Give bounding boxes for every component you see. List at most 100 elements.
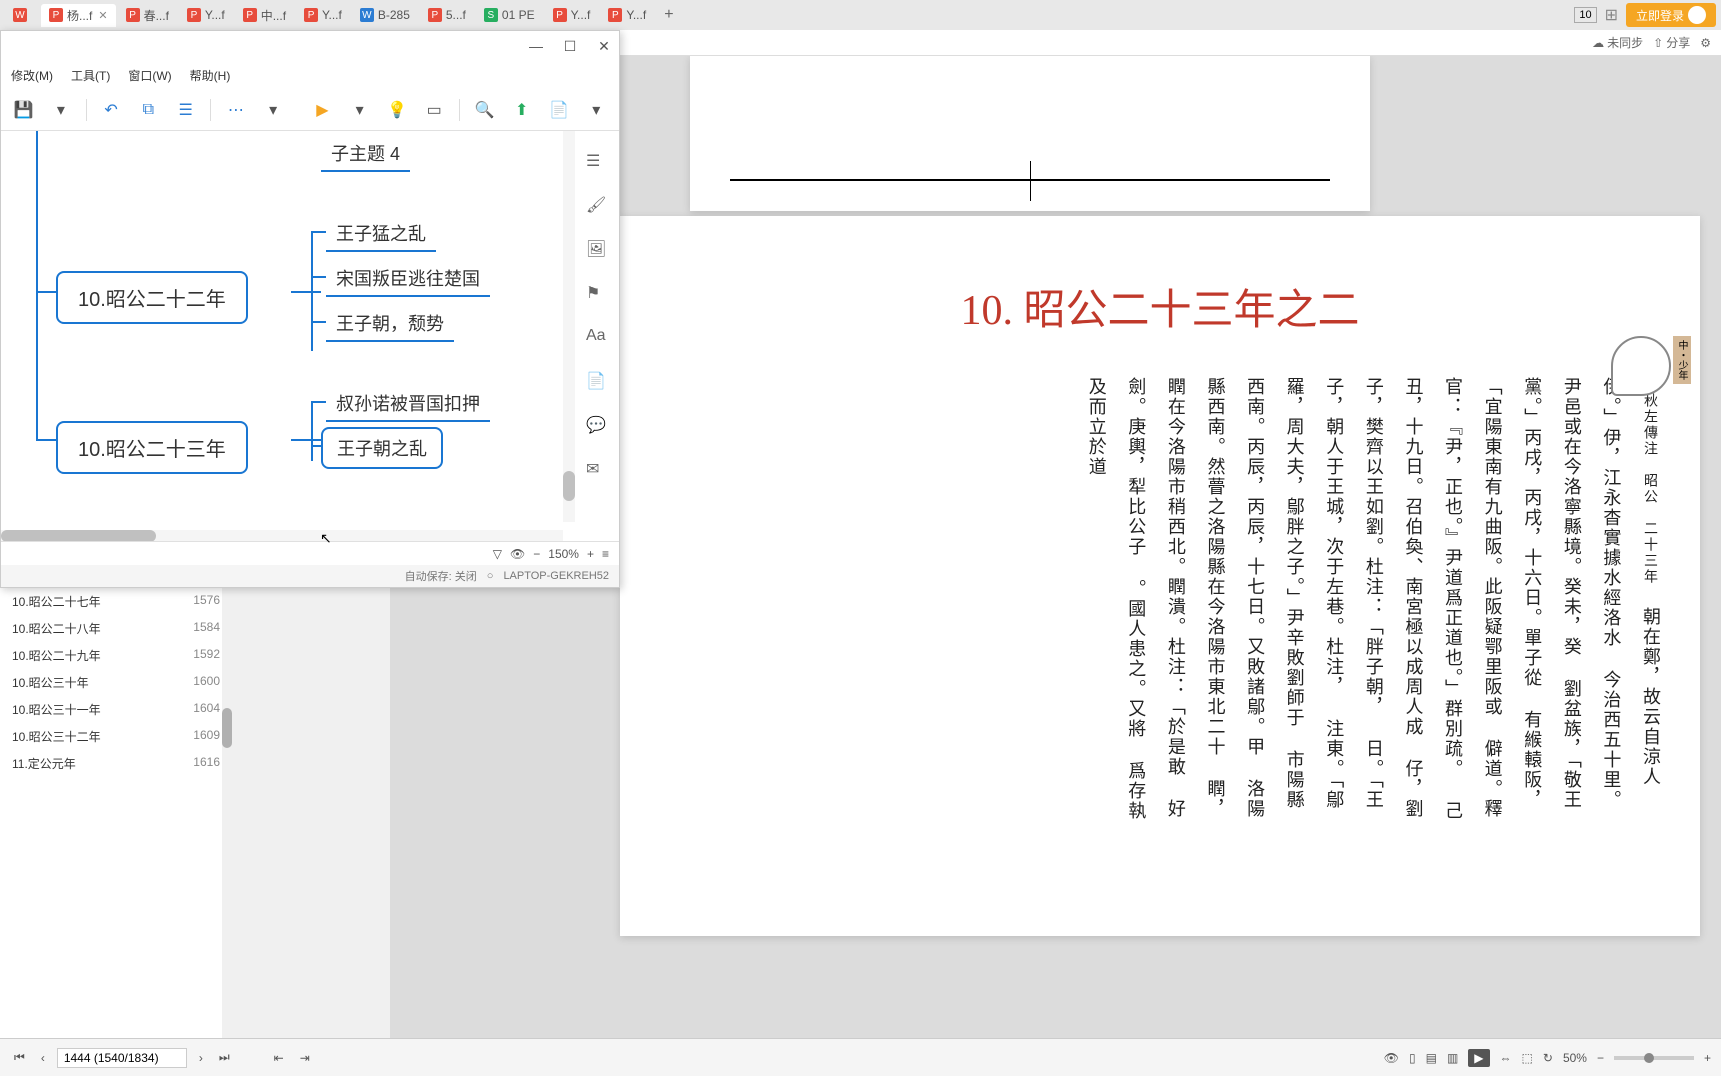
first-page-button[interactable]: ⏮	[10, 1048, 29, 1067]
tab-close-icon[interactable]: ✕	[98, 9, 107, 22]
outline-icon[interactable]: ☰	[173, 97, 198, 123]
xmind-menubar: 修改(M) 工具(T) 窗口(W) 帮助(H)	[1, 61, 619, 89]
xmind-window: — ☐ ✕ 修改(M) 工具(T) 窗口(W) 帮助(H) 💾 ▾ ↶ ⧉ ☰ …	[0, 30, 620, 588]
save-icon[interactable]: 💾	[11, 97, 36, 123]
tab-0[interactable]: P杨...f✕	[41, 4, 116, 27]
mindmap-node[interactable]: 子主题 4	[321, 136, 410, 172]
present-icon[interactable]: ▶	[310, 97, 335, 123]
add-tab-button[interactable]: +	[656, 6, 681, 24]
menu-window[interactable]: 窗口(W)	[128, 67, 171, 84]
zoom-level[interactable]: 150%	[548, 547, 579, 561]
next-page-button[interactable]: ›	[195, 1049, 207, 1067]
outline-item[interactable]: 10.昭公三十二年1609	[0, 723, 232, 750]
outline-item[interactable]: 10.昭公二十七年1576	[0, 588, 232, 615]
brush-icon[interactable]: 🖌	[586, 195, 608, 217]
calendar-badge[interactable]: 10	[1574, 7, 1596, 23]
single-page-icon[interactable]: ▯	[1409, 1051, 1416, 1065]
tab-1[interactable]: P春...f	[118, 4, 177, 27]
app-logo-tab[interactable]: W	[5, 5, 39, 25]
dropdown-icon[interactable]: ▾	[48, 97, 73, 123]
tab-9[interactable]: PY...f	[600, 5, 654, 25]
outline-item[interactable]: 10.昭公三十年1600	[0, 669, 232, 696]
menu-modify[interactable]: 修改(M)	[11, 67, 53, 84]
autosave-status: 自动保存: 关闭	[405, 568, 477, 584]
hostname: LAPTOP-GEKREH52	[503, 570, 609, 582]
outline-item[interactable]: 11.定公元年1616	[0, 750, 232, 777]
avatar-icon	[1688, 6, 1706, 24]
fit-width-icon[interactable]: ⇔	[1500, 1051, 1512, 1065]
filter-icon[interactable]: ▽	[493, 547, 502, 561]
mindmap-node[interactable]: 10.昭公二十三年	[56, 421, 248, 474]
note-icon[interactable]: 📄	[586, 371, 608, 393]
mindmap-node[interactable]: 王子猛之乱	[326, 216, 436, 252]
close-button[interactable]: ✕	[597, 39, 611, 53]
tab-8[interactable]: PY...f	[545, 5, 599, 25]
xmind-titlebar[interactable]: — ☐ ✕	[1, 31, 619, 61]
continuous-icon[interactable]: ▤	[1426, 1051, 1437, 1065]
mindmap-canvas[interactable]: 子主题 4 10.昭公二十二年 王子猛之乱 宋国叛臣逃往楚国 王子朝，颓势 10…	[1, 131, 619, 531]
outline-item[interactable]: 10.昭公二十九年1592	[0, 642, 232, 669]
dropdown-icon[interactable]: ▾	[347, 97, 372, 123]
search-icon[interactable]: 🔍	[472, 97, 497, 123]
dropdown-icon[interactable]: ▾	[584, 97, 609, 123]
zoom-out-button[interactable]: −	[533, 547, 540, 561]
sync-status[interactable]: ☁ 未同步	[1592, 34, 1643, 51]
apps-icon[interactable]: ⊞	[1605, 5, 1618, 25]
last-page-button[interactable]: ⏭	[215, 1048, 234, 1067]
layout-icon[interactable]: ▭	[422, 97, 447, 123]
image-icon[interactable]: 🖼	[586, 239, 608, 261]
tab-6[interactable]: P5...f	[420, 5, 474, 25]
forward-button[interactable]: ⇥	[296, 1049, 314, 1067]
outline-item[interactable]: 10.昭公三十一年1604	[0, 696, 232, 723]
dropdown-icon[interactable]: ▾	[261, 97, 286, 123]
two-page-icon[interactable]: ▥	[1447, 1051, 1458, 1065]
tab-2[interactable]: PY...f	[179, 5, 233, 25]
text-icon[interactable]: Aa	[586, 327, 608, 349]
tab-4[interactable]: PY...f	[296, 5, 350, 25]
settings-icon[interactable]: ⚙	[1700, 36, 1711, 50]
tab-5[interactable]: WB-285	[352, 5, 418, 25]
fit-page-icon[interactable]: ⬚	[1522, 1051, 1533, 1065]
back-button[interactable]: ⇤	[270, 1049, 288, 1067]
mindmap-node-selected[interactable]: 王子朝之乱	[321, 427, 443, 469]
prev-page-button[interactable]: ‹	[37, 1049, 49, 1067]
page-input[interactable]	[57, 1048, 187, 1068]
format-icon[interactable]: ☰	[586, 151, 608, 173]
zoom-slider[interactable]	[1614, 1056, 1694, 1060]
eye-icon[interactable]: 👁	[510, 547, 525, 561]
mindmap-node[interactable]: 10.昭公二十二年	[56, 271, 248, 324]
share-button[interactable]: ⇧ 分享	[1653, 34, 1690, 51]
export-icon[interactable]: 📄	[546, 97, 571, 123]
fit-icon[interactable]: ≡	[602, 547, 609, 561]
maximize-button[interactable]: ☐	[563, 39, 577, 53]
more-icon[interactable]: ⋯	[223, 97, 248, 123]
outline-item[interactable]: 10.昭公二十八年1584	[0, 615, 232, 642]
share-icon[interactable]: ⬆	[509, 97, 534, 123]
comment-icon[interactable]: 💬	[586, 415, 608, 437]
eye-icon[interactable]: 👁	[1384, 1051, 1399, 1065]
zoom-level[interactable]: 50%	[1563, 1051, 1587, 1065]
mindmap-node[interactable]: 叔孙诺被晋国扣押	[326, 386, 490, 422]
structure-icon[interactable]: ⧉	[136, 97, 161, 123]
play-icon[interactable]: ▶	[1468, 1049, 1489, 1067]
idea-icon[interactable]: 💡	[384, 97, 409, 123]
zoom-in-button[interactable]: +	[1704, 1051, 1711, 1065]
canvas-scrollbar-vertical[interactable]	[563, 131, 575, 522]
menu-help[interactable]: 帮助(H)	[190, 67, 231, 84]
tab-7[interactable]: S01 PE	[476, 5, 543, 25]
minimize-button[interactable]: —	[529, 39, 543, 53]
zoom-out-button[interactable]: −	[1597, 1051, 1604, 1065]
outline-scrollbar[interactable]	[222, 588, 232, 1038]
tab-3[interactable]: P中...f	[235, 4, 294, 27]
login-button[interactable]: 立即登录	[1626, 3, 1716, 27]
task-icon[interactable]: ✉	[586, 459, 608, 481]
mindmap-node[interactable]: 王子朝，颓势	[326, 306, 454, 342]
menu-tools[interactable]: 工具(T)	[71, 67, 110, 84]
mascot-widget[interactable]: 中・少年	[1611, 336, 1691, 436]
tab-label: Y...f	[322, 8, 342, 22]
mindmap-node[interactable]: 宋国叛臣逃往楚国	[326, 261, 490, 297]
undo-icon[interactable]: ↶	[99, 97, 124, 123]
rotate-icon[interactable]: ↻	[1543, 1051, 1553, 1065]
zoom-in-button[interactable]: +	[587, 547, 594, 561]
flag-icon[interactable]: ⚑	[586, 283, 608, 305]
